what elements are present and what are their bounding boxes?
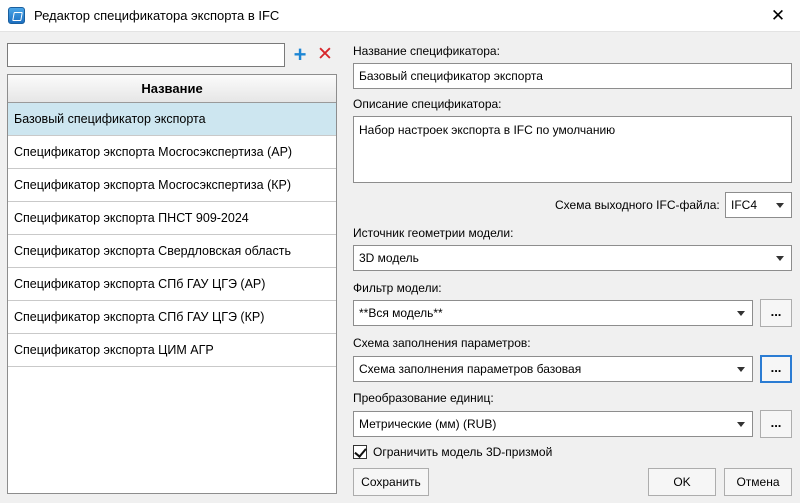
- plus-icon: +: [293, 42, 307, 67]
- chevron-down-icon: [776, 203, 784, 208]
- list-item[interactable]: Спецификатор экспорта Мосгосэкспертиза (…: [8, 136, 336, 169]
- unit-conversion-browse-button[interactable]: ...: [760, 410, 792, 438]
- model-filter-select[interactable]: **Вся модель**: [353, 300, 753, 326]
- window-title: Редактор спецификатора экспорта в IFC: [34, 8, 280, 23]
- list-item[interactable]: Базовый спецификатор экспорта: [8, 103, 336, 136]
- model-filter-value: **Вся модель**: [359, 306, 443, 320]
- chevron-down-icon: [776, 256, 784, 261]
- geometry-source-label: Источник геометрии модели:: [353, 226, 514, 240]
- model-filter-browse-button[interactable]: ...: [760, 299, 792, 327]
- list-item[interactable]: Спецификатор экспорта ПНСТ 909-2024: [8, 202, 336, 235]
- parameter-scheme-value: Схема заполнения параметров базовая: [359, 362, 582, 376]
- parameter-scheme-select[interactable]: Схема заполнения параметров базовая: [353, 356, 753, 382]
- chevron-down-icon: [737, 422, 745, 427]
- unit-conversion-label: Преобразование единиц:: [353, 391, 494, 405]
- unit-conversion-select[interactable]: Метрические (мм) (RUB): [353, 411, 753, 437]
- list-item[interactable]: Спецификатор экспорта СПб ГАУ ЦГЭ (АР): [8, 268, 336, 301]
- ifc-schema-label: Схема выходного IFC-файла:: [555, 198, 720, 212]
- search-input[interactable]: [7, 43, 285, 67]
- list-item[interactable]: Спецификатор экспорта Свердловская облас…: [8, 235, 336, 268]
- list-item[interactable]: Спецификатор экспорта Мосгосэкспертиза (…: [8, 169, 336, 202]
- ifc-schema-value: IFC4: [731, 198, 758, 212]
- ifc-schema-select[interactable]: IFC4: [725, 192, 792, 218]
- limit-3d-prism-label[interactable]: Ограничить модель 3D-призмой: [373, 445, 552, 459]
- chevron-down-icon: [737, 311, 745, 316]
- add-specifier-button[interactable]: +: [291, 44, 309, 66]
- model-filter-label: Фильтр модели:: [353, 281, 442, 295]
- column-header-name[interactable]: Название: [8, 75, 336, 103]
- window-close-button[interactable]: ✕: [766, 4, 790, 28]
- limit-3d-prism-checkbox[interactable]: [353, 445, 367, 459]
- geometry-source-value: 3D модель: [359, 251, 419, 265]
- cancel-button[interactable]: Отмена: [724, 468, 792, 496]
- close-icon: ✕: [317, 44, 333, 65]
- parameter-scheme-label: Схема заполнения параметров:: [353, 336, 531, 350]
- title-bar: Редактор спецификатора экспорта в IFC ✕: [0, 0, 800, 32]
- list-item[interactable]: Спецификатор экспорта СПб ГАУ ЦГЭ (КР): [8, 301, 336, 334]
- specifier-description-label: Описание спецификатора:: [353, 97, 502, 111]
- specifier-description-field[interactable]: Набор настроек экспорта в IFC по умолчан…: [353, 116, 792, 183]
- chevron-down-icon: [737, 367, 745, 372]
- specifier-list: Название Базовый спецификатор экспорта С…: [7, 74, 337, 494]
- specifier-name-field[interactable]: Базовый спецификатор экспорта: [353, 63, 792, 89]
- save-button[interactable]: Сохранить: [353, 468, 429, 496]
- list-item[interactable]: Спецификатор экспорта ЦИМ АГР: [8, 334, 336, 367]
- parameter-scheme-browse-button[interactable]: ...: [760, 355, 792, 383]
- specifier-name-label: Название спецификатора:: [353, 44, 500, 58]
- ifc-app-icon: [8, 7, 25, 24]
- ok-button[interactable]: OK: [648, 468, 716, 496]
- remove-specifier-button[interactable]: ✕: [316, 44, 334, 66]
- unit-conversion-value: Метрические (мм) (RUB): [359, 417, 497, 431]
- geometry-source-select[interactable]: 3D модель: [353, 245, 792, 271]
